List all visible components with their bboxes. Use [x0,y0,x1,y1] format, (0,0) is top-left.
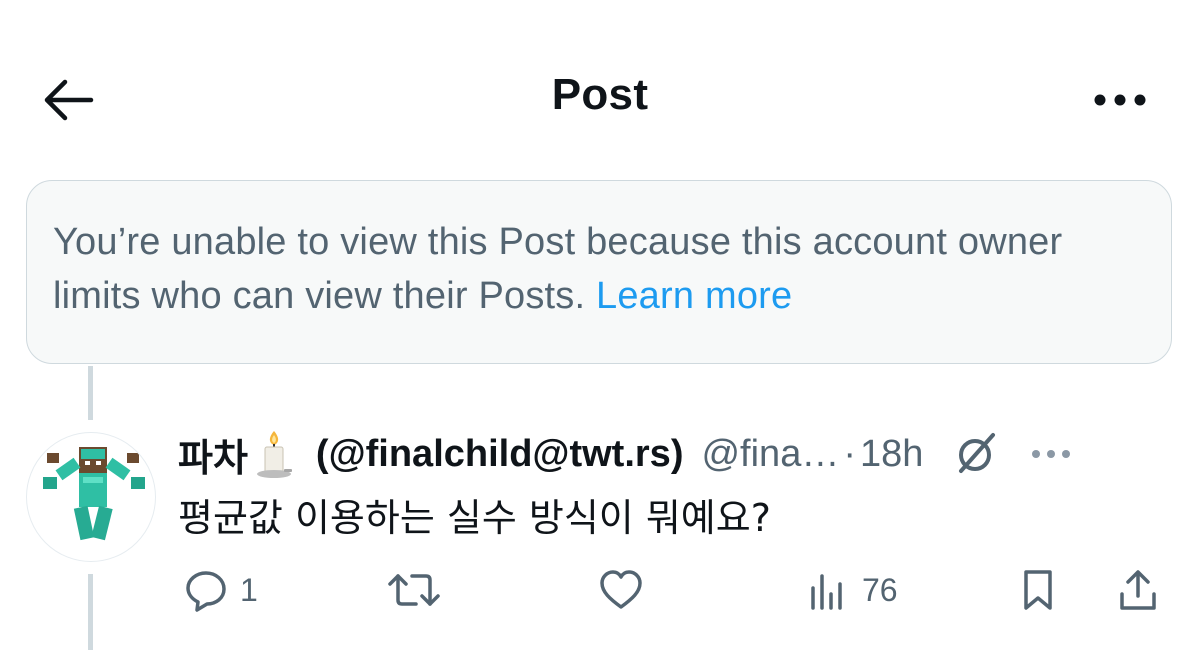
views-chart-icon [811,574,842,610]
notice-text: You’re unable to view this Post because … [53,221,1063,317]
page-title: Post [551,70,649,119]
reply-count: 1 [240,571,258,608]
thread-line-bottom [88,574,93,650]
bookmark-icon [1024,570,1052,610]
more-horizontal-icon [1032,450,1071,458]
top-bar: Post [0,0,1200,190]
share-button[interactable] [1116,562,1160,618]
repost-button[interactable] [386,562,442,618]
reply-more-button[interactable] [1029,439,1073,469]
minecraft-character-avatar-icon [43,447,145,541]
reply-icon [186,571,226,612]
like-button[interactable] [598,562,644,618]
more-options-button[interactable] [1088,76,1152,124]
views-count: 76 [862,571,898,608]
separator-dot: · [843,432,856,475]
username-handle[interactable]: @fina… [701,433,839,476]
avatar[interactable] [26,432,156,562]
timestamp[interactable]: 18h [860,433,923,476]
bookmark-button[interactable] [1018,562,1058,618]
reply-header: 파차 (@finalchild@twt.rs) @fina… · 18h [178,426,1178,482]
display-handle-in-name[interactable]: (@finalchild@twt.rs) [316,433,684,476]
reply-text: 평균값 이용하는 실수 방식이 뭐예요? [178,496,771,540]
display-name[interactable]: 파차 [178,427,248,482]
unavailable-post-notice: You’re unable to view this Post because … [26,180,1172,364]
grok-icon[interactable] [953,431,999,477]
views-button[interactable]: 76 [808,562,898,618]
reply-button[interactable]: 1 [184,562,258,618]
heart-icon [600,570,642,609]
candle-icon [256,431,292,478]
thread-line-top [88,366,93,420]
learn-more-link[interactable]: Learn more [596,275,792,317]
share-icon [1120,570,1156,610]
more-horizontal-icon [1094,94,1146,106]
repost-icon [388,574,440,606]
